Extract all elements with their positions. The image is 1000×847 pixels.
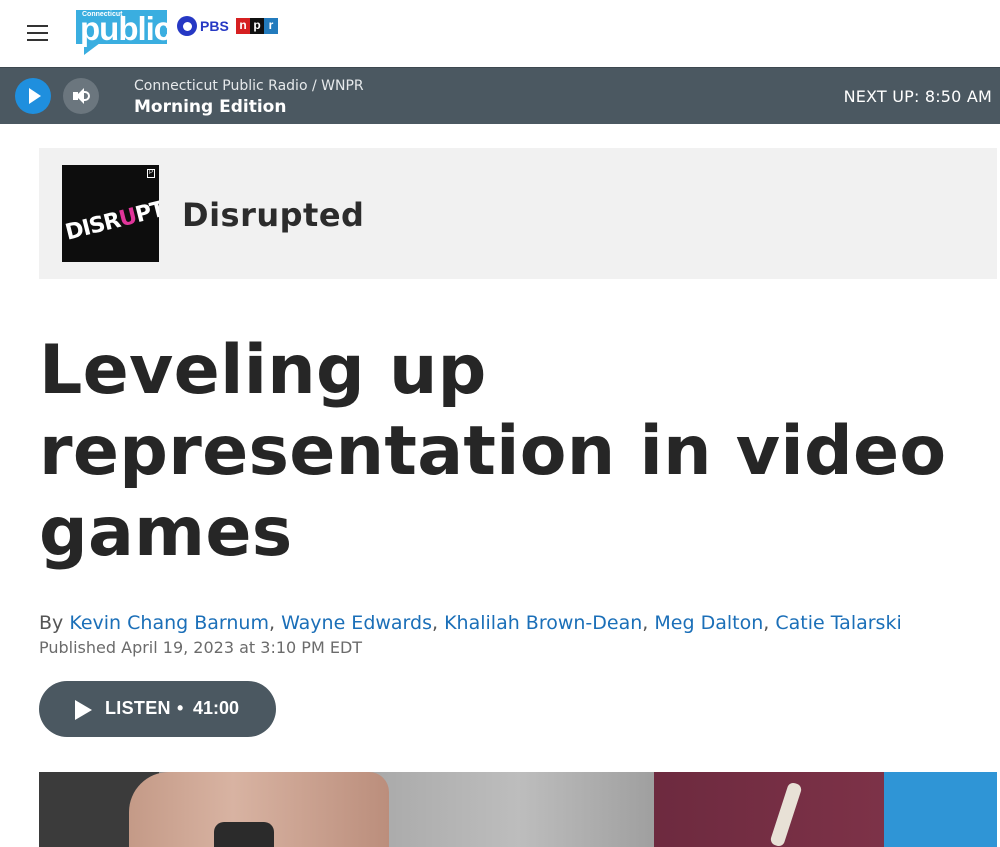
byline: By Kevin Chang Barnum, Wayne Edwards, Kh… <box>39 612 902 634</box>
author-link[interactable]: Catie Talarski <box>775 612 901 634</box>
author-link[interactable]: Wayne Edwards <box>281 612 432 634</box>
program-artwork[interactable]: P DISRUPTED <box>62 165 159 262</box>
listen-button[interactable]: LISTEN • 41:00 <box>39 681 276 737</box>
connecticut-public-logo[interactable]: Connecticut public <box>76 10 172 55</box>
play-icon <box>75 700 92 720</box>
npr-letter-p: p <box>250 18 264 34</box>
article-headline: Leveling up representation in video game… <box>39 331 947 572</box>
npr-letter-n: n <box>236 18 250 34</box>
by-label: By <box>39 612 64 634</box>
published-date: Published April 19, 2023 at 3:10 PM EDT <box>39 638 363 657</box>
program-title[interactable]: Disrupted <box>182 196 364 234</box>
hero-image <box>39 772 997 847</box>
listen-label: LISTEN <box>105 698 171 718</box>
listen-duration: 41:00 <box>193 698 240 718</box>
site-header: Connecticut public PBS n p r <box>0 0 1000 67</box>
author-link[interactable]: Khalilah Brown-Dean <box>444 612 642 634</box>
volume-icon[interactable] <box>63 78 99 114</box>
now-playing-program[interactable]: Morning Edition <box>134 97 286 117</box>
menu-icon[interactable] <box>27 24 49 42</box>
next-up-label: NEXT UP: 8:50 AM <box>843 87 992 106</box>
npr-letter-r: r <box>264 18 278 34</box>
author-link[interactable]: Meg Dalton <box>654 612 763 634</box>
station-name: Connecticut Public Radio / WNPR <box>134 78 364 94</box>
live-player-bar: Connecticut Public Radio / WNPR Morning … <box>0 67 1000 124</box>
listen-separator: • <box>177 698 184 718</box>
program-promo[interactable]: P DISRUPTED Disrupted <box>39 148 997 279</box>
podcast-badge-icon: P <box>147 169 155 178</box>
pbs-head-icon <box>177 16 197 36</box>
npr-logo[interactable]: n p r <box>236 18 278 34</box>
pbs-logo[interactable]: PBS <box>177 16 229 36</box>
pbs-text: PBS <box>200 18 229 34</box>
logo-big-text: public <box>80 10 172 47</box>
play-icon[interactable] <box>15 78 51 114</box>
author-link[interactable]: Kevin Chang Barnum <box>69 612 269 634</box>
program-art-text: DISRUPTED <box>62 189 159 246</box>
